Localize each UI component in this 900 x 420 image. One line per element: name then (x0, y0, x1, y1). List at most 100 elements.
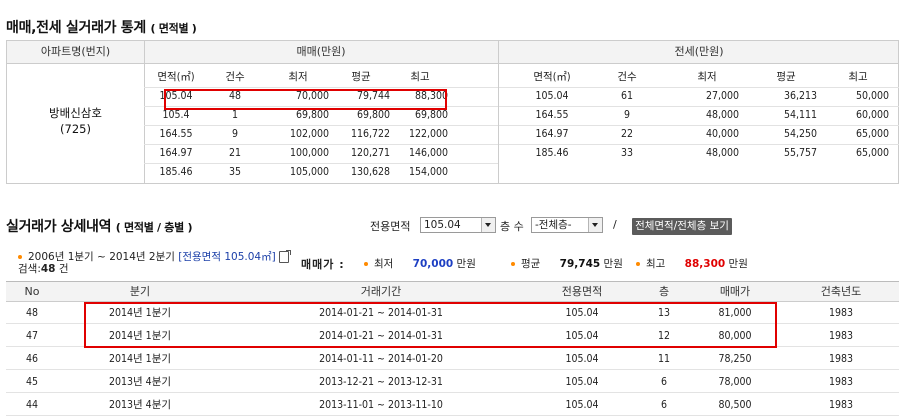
detail-cell-no: 44 (25, 399, 39, 411)
max-price-value: 88,300 (684, 258, 726, 270)
col-floor-header: 층 (658, 285, 670, 298)
detail-cell-period: 2013-11-01 ~ 2013-11-10 (319, 399, 443, 411)
detail-cell-period: 2013-12-21 ~ 2013-12-31 (319, 376, 443, 388)
lease-cell-max: 50,000 (855, 90, 889, 102)
detail-row: 46 2014년 1분기 2014-01-11 ~ 2014-01-20 105.04… (6, 348, 899, 370)
lease-cell-area: 164.97 (535, 128, 569, 140)
trade-cell-count: 35 (228, 166, 242, 178)
lease-header-max: 최고 (848, 71, 868, 83)
detail-cell-period: 2014-01-11 ~ 2014-01-20 (319, 353, 443, 365)
detail-cell-area: 105.04 (565, 376, 599, 388)
max-price-summary: 최고 88,300 만원 (636, 256, 748, 271)
stats-subtitle: ( 면적별 ) (150, 22, 197, 35)
trade-row: 185.46 35 105,000 130,628 154,000 (7, 163, 898, 182)
highlight-box (164, 89, 447, 110)
search-count-unit: 건 (58, 263, 69, 275)
lease-row: 164.97 22 40,000 54,250 65,000 (7, 125, 898, 144)
detail-cell-year: 1983 (828, 353, 854, 365)
lease-cell-avg: 54,111 (783, 109, 817, 121)
trade-cell-max: 154,000 (408, 166, 448, 178)
col-area-header: 전용면적 (561, 285, 603, 298)
detail-cell-price: 78,000 (718, 376, 752, 388)
filter-separator: / (613, 218, 617, 231)
bullet-icon (636, 262, 640, 266)
lease-cell-count: 61 (620, 90, 634, 102)
lease-header-avg: 평균 (776, 71, 796, 83)
lease-cell-min: 27,000 (705, 90, 739, 102)
col-price-header: 매매가 (719, 285, 751, 298)
area-link[interactable]: [전용면적 105.04㎡] (178, 251, 275, 263)
bullet-icon (364, 262, 368, 266)
lease-cell-min: 48,000 (705, 147, 739, 159)
max-price-unit: 만원 (728, 258, 748, 270)
area-select[interactable]: 105.04 (420, 217, 496, 233)
detail-cell-quarter: 2014년 1분기 (108, 353, 172, 365)
stats-title-text: 매매,전세 실거래가 통계 (6, 20, 146, 36)
detail-cell-price: 78,250 (718, 353, 752, 365)
lease-header-min: 최저 (697, 71, 717, 83)
max-price-label: 최고 (646, 258, 666, 270)
stats-table-header: 아파트명(번지) 매매(만원) 전세(만원) (7, 41, 898, 64)
detail-cell-year: 1983 (828, 307, 854, 319)
bullet-icon (18, 255, 22, 259)
detail-cell-no: 47 (25, 330, 39, 342)
detail-cell-area: 105.04 (565, 399, 599, 411)
detail-cell-year: 1983 (828, 376, 854, 388)
min-price-value: 70,000 (412, 258, 454, 270)
chevron-down-icon (481, 218, 495, 232)
avg-price-label: 평균 (521, 258, 541, 270)
price-summary-label: 매매가 : (301, 258, 345, 271)
lease-header-count: 건수 (617, 71, 637, 83)
detail-cell-floor: 11 (657, 353, 671, 365)
stats-section-title: 매매,전세 실거래가 통계 ( 면적별 ) (6, 17, 197, 37)
floor-select[interactable]: -전체층- (531, 217, 603, 233)
detail-row: 44 2013년 4분기 2013-11-01 ~ 2013-11-10 105.04… (6, 394, 899, 416)
search-count-value: 48 (40, 263, 56, 275)
row-separator (499, 144, 899, 145)
lease-cell-min: 48,000 (705, 109, 739, 121)
detail-cell-quarter: 2013년 4분기 (108, 399, 172, 411)
detail-cell-floor: 6 (660, 376, 667, 388)
trade-cell-min: 105,000 (289, 166, 329, 178)
avg-price-summary: 평균 79,745 만원 (511, 256, 623, 271)
area-select-value: 105.04 (424, 219, 461, 231)
row-separator (499, 125, 899, 126)
floor-filter-label: 층 수 (500, 220, 524, 233)
lease-cell-area: 185.46 (535, 147, 569, 159)
bullet-icon (511, 262, 515, 266)
min-price-unit: 만원 (456, 258, 476, 270)
col-period-header: 거래기간 (360, 285, 402, 298)
lease-row: 164.55 9 48,000 54,111 60,000 (7, 106, 898, 125)
lease-cell-area: 164.55 (535, 109, 569, 121)
lease-cell-avg: 36,213 (783, 90, 817, 102)
detail-cell-year: 1983 (828, 330, 854, 342)
trade-cell-area: 185.46 (159, 166, 193, 178)
lease-cell-count: 9 (623, 109, 630, 121)
search-count: 검색:48 건 (18, 261, 69, 276)
lease-row: 185.46 33 48,000 55,757 65,000 (7, 144, 898, 163)
detail-section-title: 실거래가 상세내역 ( 면적별 / 층별 ) (6, 216, 192, 236)
lease-header-row: 면적(㎡) 건수 최저 평균 최고 (7, 68, 898, 87)
detail-cell-no: 45 (25, 376, 39, 388)
col-no-header: No (24, 285, 40, 298)
document-icon[interactable] (278, 250, 291, 263)
col-lease-header: 전세(만원) (674, 45, 724, 58)
lease-cell-max: 60,000 (855, 109, 889, 121)
view-all-button[interactable]: 전체면적/전체층 보기 (632, 218, 732, 235)
row-separator (499, 106, 899, 107)
lease-cell-count: 33 (620, 147, 634, 159)
highlight-box (84, 302, 777, 348)
detail-row: 45 2013년 4분기 2013-12-21 ~ 2013-12-31 105.04… (6, 371, 899, 393)
col-apartment-header: 아파트명(번지) (40, 45, 111, 58)
lease-cell-avg: 55,757 (783, 147, 817, 159)
lease-row: 105.04 61 27,000 36,213 50,000 (7, 87, 898, 106)
min-price-label: 최저 (374, 258, 394, 270)
detail-cell-no: 46 (25, 353, 39, 365)
lease-cell-area: 105.04 (535, 90, 569, 102)
lease-cell-max: 65,000 (855, 147, 889, 159)
lease-cell-max: 65,000 (855, 128, 889, 140)
avg-price-unit: 만원 (603, 258, 623, 270)
detail-subtitle: ( 면적별 / 층별 ) (115, 221, 193, 234)
col-year-header: 건축년도 (820, 285, 862, 298)
row-separator (144, 163, 498, 164)
